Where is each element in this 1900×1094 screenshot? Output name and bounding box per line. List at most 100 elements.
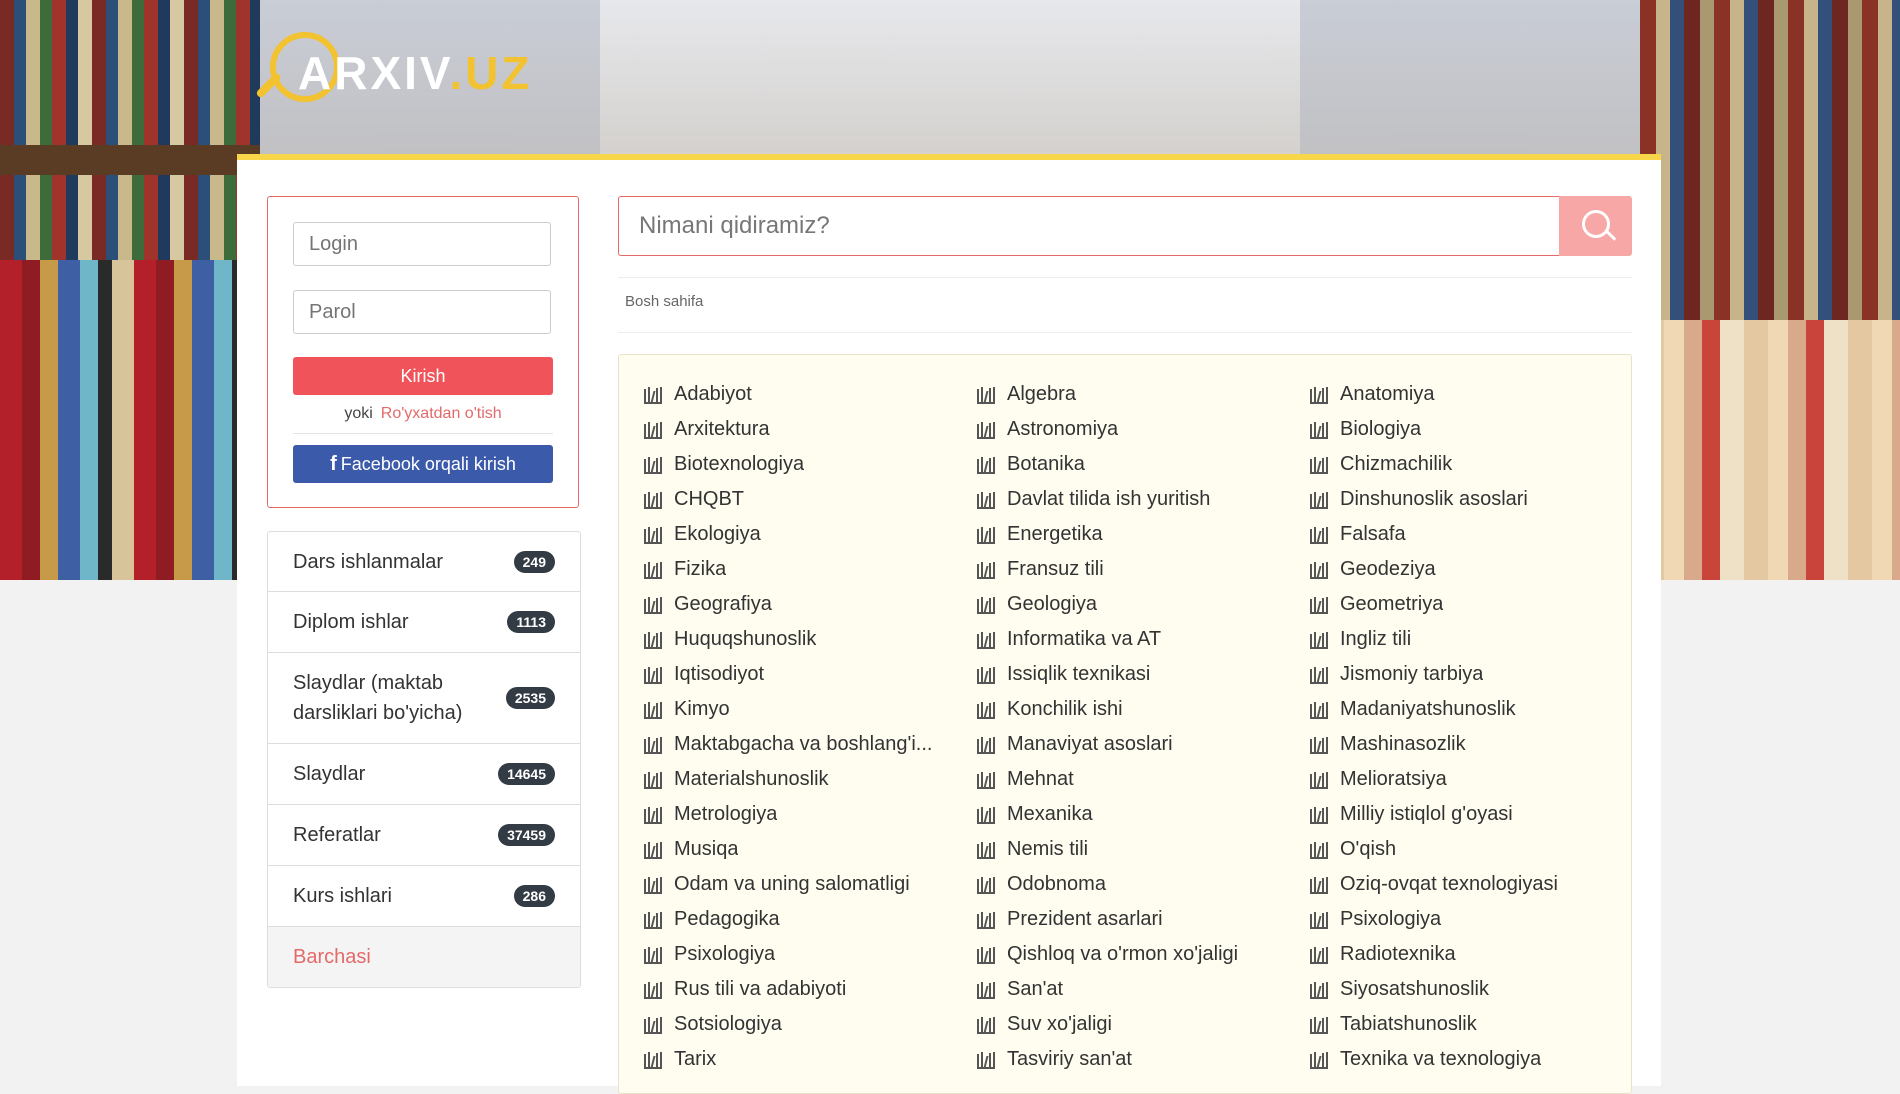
facebook-login-button[interactable]: f Facebook orqali kirish <box>293 445 553 483</box>
subject-link[interactable]: Siyosatshunoslik <box>1310 972 1643 1007</box>
subject-link[interactable]: Issiqlik texnikasi <box>977 657 1310 692</box>
subject-link[interactable]: Konchilik ishi <box>977 692 1310 727</box>
divider <box>293 433 553 434</box>
subject-link[interactable]: Falsafa <box>1310 517 1643 552</box>
subject-link[interactable]: Botanika <box>977 447 1310 482</box>
subject-link[interactable]: Mehnat <box>977 762 1310 797</box>
search-input[interactable]: Nimani qidiramiz? <box>618 196 1559 256</box>
subject-link[interactable]: Geologiya <box>977 587 1310 622</box>
subject-link[interactable]: Odobnoma <box>977 867 1310 902</box>
subject-link[interactable]: Chizmachilik <box>1310 447 1643 482</box>
subject-link[interactable]: Texnika va texnologiya <box>1310 1042 1643 1077</box>
subject-label: Ekologiya <box>674 523 761 545</box>
subject-label: Anatomiya <box>1340 383 1435 405</box>
breadcrumb[interactable]: Bosh sahifa <box>625 293 703 310</box>
subject-link[interactable]: Fransuz tili <box>977 552 1310 587</box>
subject-link[interactable]: Musiqa <box>644 832 977 867</box>
library-books-icon <box>1310 946 1328 964</box>
subject-link[interactable]: Geografiya <box>644 587 977 622</box>
subject-link[interactable]: Oziq-ovqat texnologiyasi <box>1310 867 1643 902</box>
subject-link[interactable]: Geodeziya <box>1310 552 1643 587</box>
library-books-icon <box>644 1016 662 1034</box>
category-item[interactable]: Kurs ishlari 286 <box>268 866 580 927</box>
category-item[interactable]: Slaydlar (maktab darsliklari bo'yicha) 2… <box>268 653 580 744</box>
category-label: Slaydlar <box>293 763 366 785</box>
category-label: Diplom ishlar <box>293 611 409 633</box>
library-books-icon <box>644 666 662 684</box>
subject-label: Texnika va texnologiya <box>1340 1048 1542 1070</box>
subject-link[interactable]: Maktabgacha va boshlang'i... <box>644 727 977 762</box>
subject-link[interactable]: Nemis tili <box>977 832 1310 867</box>
divider <box>618 277 1632 278</box>
subject-link[interactable]: Suv xo'jaligi <box>977 1007 1310 1042</box>
login-input[interactable] <box>293 222 551 266</box>
login-button[interactable]: Kirish <box>293 357 553 395</box>
subject-link[interactable]: Milliy istiqlol g'oyasi <box>1310 797 1643 832</box>
subject-link[interactable]: Iqtisodiyot <box>644 657 977 692</box>
subject-link[interactable]: Astronomiya <box>977 412 1310 447</box>
subject-link[interactable]: Ekologiya <box>644 517 977 552</box>
subject-link[interactable]: Manaviyat asoslari <box>977 727 1310 762</box>
facebook-icon: f <box>330 452 337 475</box>
subject-link[interactable]: Biotexnologiya <box>644 447 977 482</box>
subject-link[interactable]: Jismoniy tarbiya <box>1310 657 1643 692</box>
library-books-icon <box>644 736 662 754</box>
library-books-icon <box>977 771 995 789</box>
subject-link[interactable]: Arxitektura <box>644 412 977 447</box>
subject-link[interactable]: Algebra <box>977 377 1310 412</box>
site-logo[interactable]: ARXIV.UZ <box>255 30 538 120</box>
library-books-icon <box>1310 981 1328 999</box>
subject-link[interactable]: San'at <box>977 972 1310 1007</box>
subject-link[interactable]: Materialshunoslik <box>644 762 977 797</box>
category-item[interactable]: Slaydlar 14645 <box>268 744 580 805</box>
subject-link[interactable]: Biologiya <box>1310 412 1643 447</box>
subject-label: Nemis tili <box>1007 838 1089 860</box>
subject-link[interactable]: Sotsiologiya <box>644 1007 977 1042</box>
subject-link[interactable]: Anatomiya <box>1310 377 1643 412</box>
category-item[interactable]: Referatlar 37459 <box>268 805 580 866</box>
subject-link[interactable]: Dinshunoslik asoslari <box>1310 482 1643 517</box>
subject-link[interactable]: Radiotexnika <box>1310 937 1643 972</box>
subject-link[interactable]: Metrologiya <box>644 797 977 832</box>
subject-link[interactable]: Informatika va AT <box>977 622 1310 657</box>
library-books-icon <box>977 841 995 859</box>
library-books-icon <box>644 911 662 929</box>
password-input[interactable] <box>293 290 551 334</box>
divider <box>618 332 1632 333</box>
subject-link[interactable]: Tasviriy san'at <box>977 1042 1310 1077</box>
subject-link[interactable]: Tabiatshunoslik <box>1310 1007 1643 1042</box>
subject-link[interactable]: Psixologiya <box>644 937 977 972</box>
subject-link[interactable]: Prezident asarlari <box>977 902 1310 937</box>
subject-link[interactable]: Ingliz tili <box>1310 622 1643 657</box>
search-button[interactable] <box>1559 196 1632 256</box>
subject-link[interactable]: Mashinasozlik <box>1310 727 1643 762</box>
subject-link[interactable]: Rus tili va adabiyoti <box>644 972 977 1007</box>
subject-link[interactable]: Tarix <box>644 1042 977 1077</box>
category-item[interactable]: Diplom ishlar 1113 <box>268 592 580 653</box>
subject-link[interactable]: Madaniyatshunoslik <box>1310 692 1643 727</box>
subject-link[interactable]: Kimyo <box>644 692 977 727</box>
subject-link[interactable]: Davlat tilida ish yuritish <box>977 482 1310 517</box>
subject-link[interactable]: O'qish <box>1310 832 1643 867</box>
library-books-icon <box>977 806 995 824</box>
subject-link[interactable]: Adabiyot <box>644 377 977 412</box>
subject-link[interactable]: Melioratsiya <box>1310 762 1643 797</box>
subject-label: Biotexnologiya <box>674 453 805 475</box>
register-link[interactable]: Ro'yxatdan o'tish <box>381 405 502 422</box>
library-books-icon <box>977 876 995 894</box>
subject-panel: Adabiyot Algebra Anatomiya Arxitektura Astro… <box>618 354 1632 1094</box>
subject-link[interactable]: Mexanika <box>977 797 1310 832</box>
subject-link[interactable]: Psixologiya <box>1310 902 1643 937</box>
category-all-link[interactable]: Barchasi <box>268 927 580 987</box>
category-item[interactable]: Dars ishlanmalar 249 <box>268 532 580 592</box>
subject-link[interactable]: CHQBT <box>644 482 977 517</box>
subject-link[interactable]: Qishloq va o'rmon xo'jaligi <box>977 937 1310 972</box>
subject-link[interactable]: Huquqshunoslik <box>644 622 977 657</box>
subject-label: Geologiya <box>1007 593 1098 615</box>
subject-link[interactable]: Geometriya <box>1310 587 1643 622</box>
subject-link[interactable]: Pedagogika <box>644 902 977 937</box>
login-alt: yoki Ro'yxatdan o'tish <box>268 405 578 423</box>
subject-link[interactable]: Energetika <box>977 517 1310 552</box>
subject-link[interactable]: Fizika <box>644 552 977 587</box>
subject-link[interactable]: Odam va uning salomatligi <box>644 867 977 902</box>
